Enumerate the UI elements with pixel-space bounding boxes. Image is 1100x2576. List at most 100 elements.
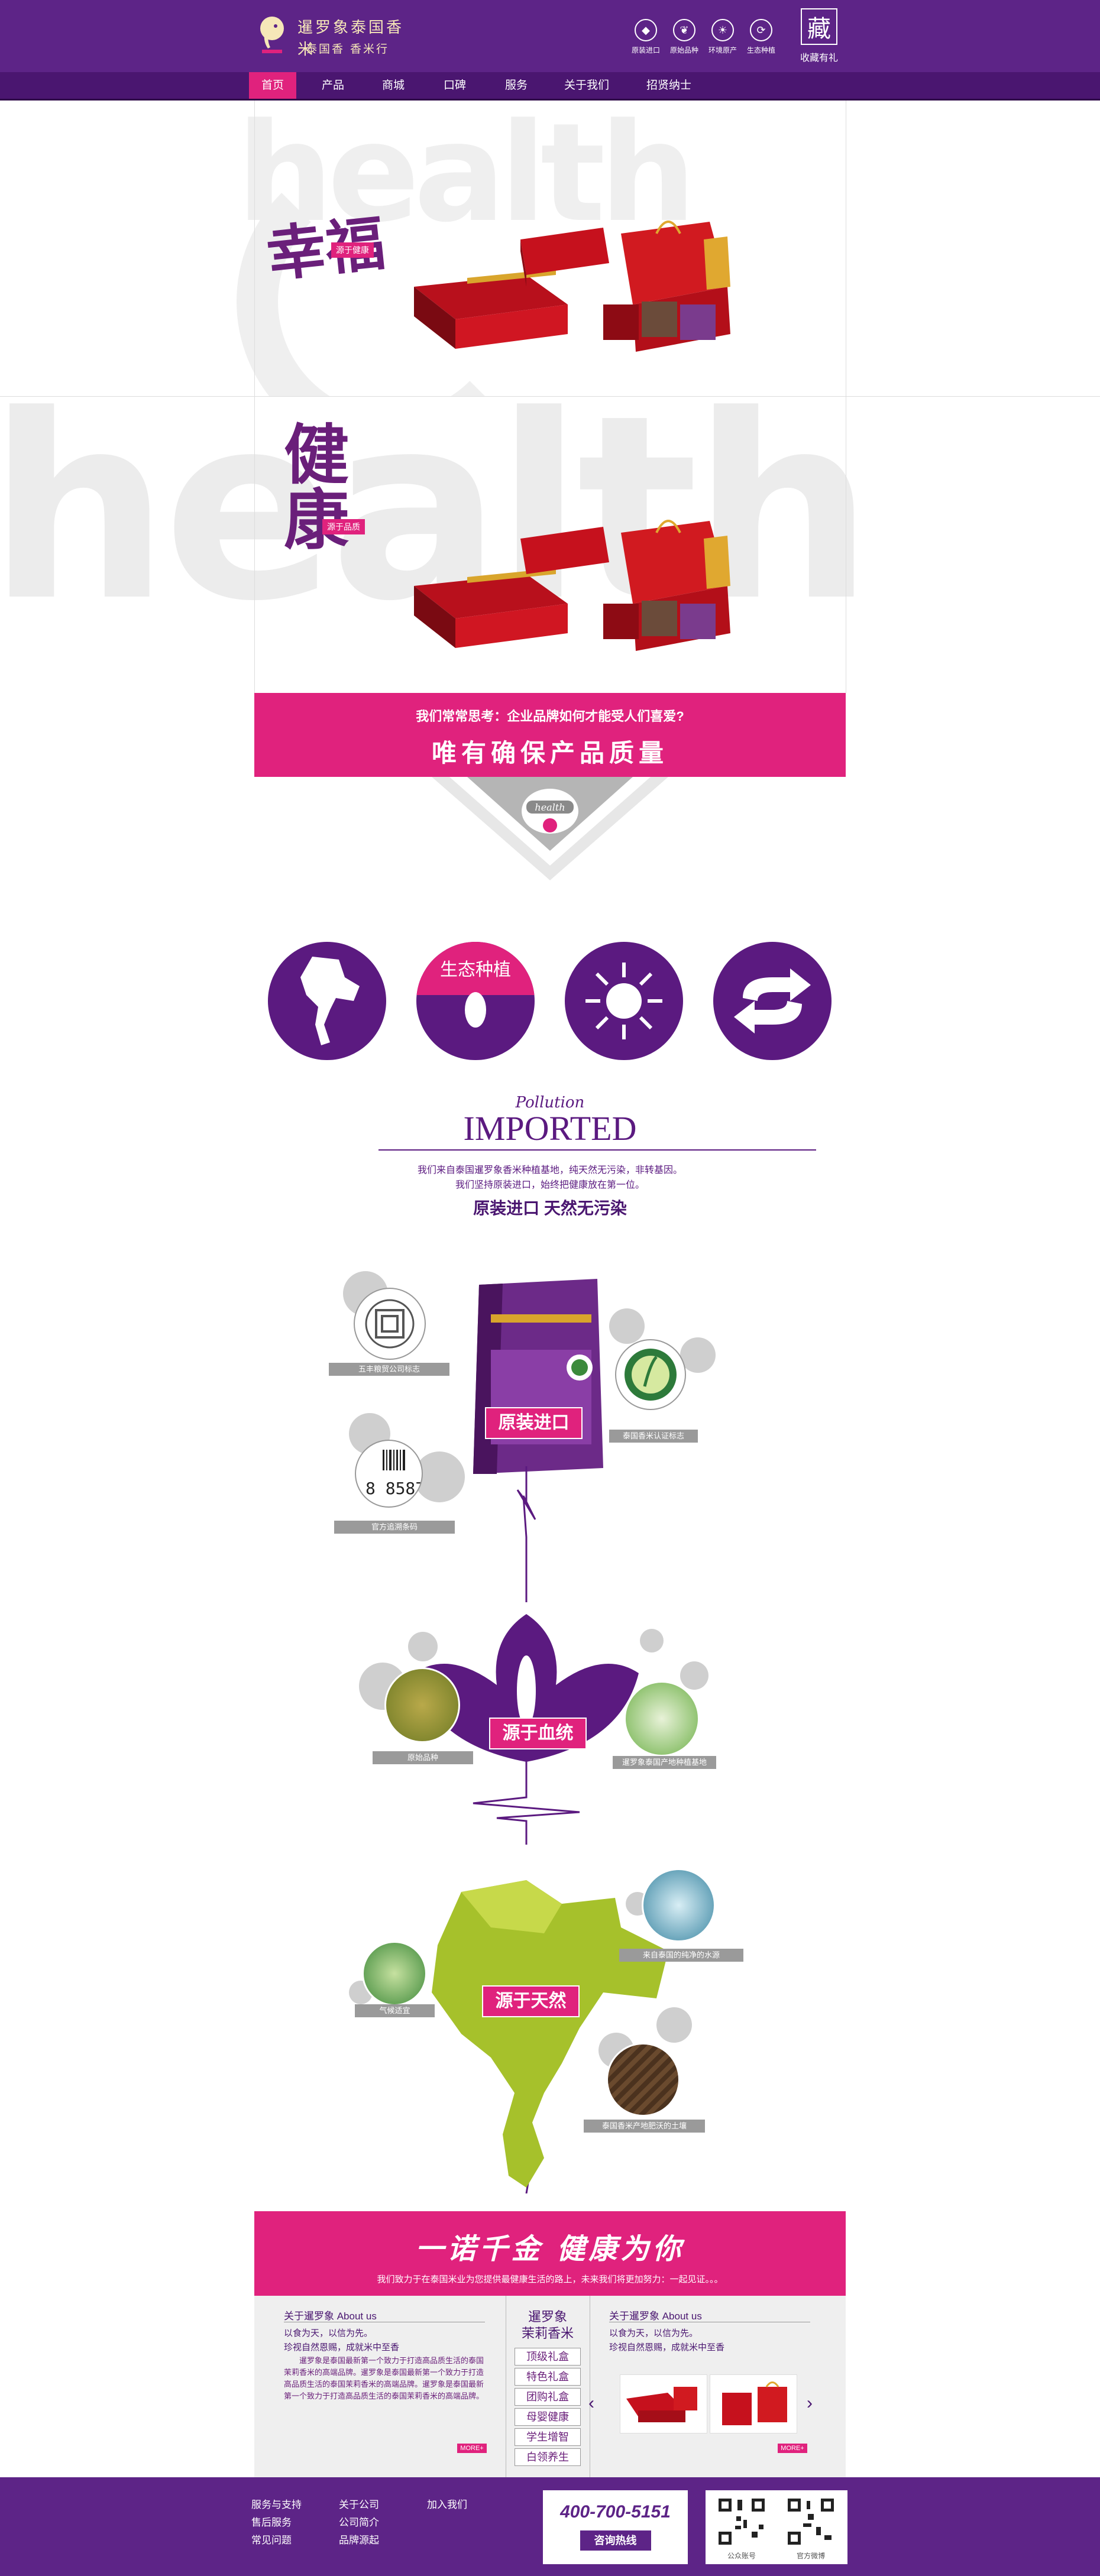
label-original-variety: 原始品种 (373, 1751, 473, 1764)
label-certification: 泰国香米认证标志 (609, 1430, 698, 1443)
rice-field-photo (384, 1667, 460, 1743)
about-left-paragraph: 暹罗象是泰国最新第一个致力于打造高品质生活的泰国茉莉香米的高端品牌。暹罗象是泰国… (284, 2356, 484, 2400)
hotline-box: 400-700-5151 咨询热线 (543, 2490, 688, 2564)
barcode-image: 8 8587 (355, 1440, 423, 1508)
label-farm-base: 暹罗象泰国产地种植基地 (613, 1756, 716, 1769)
sun-icon (585, 963, 662, 1039)
hero-banner-happiness: health 幸福 源于健康 (0, 101, 1100, 396)
menu-item-special-gift[interactable]: 特色礼盒 (515, 2368, 581, 2386)
circle-ecology[interactable]: 生态种植 (416, 942, 535, 1060)
rice-bag-product-image (473, 1279, 603, 1474)
footer-link-about[interactable]: 关于公司 (339, 2496, 379, 2511)
slogan-question: 我们常常思考：企业品牌如何才能受人们喜爱? (416, 709, 684, 724)
footer-link-join[interactable]: 加入我们 (427, 2496, 467, 2511)
promise-title: 一诺千金 健康为你 (415, 2232, 685, 2266)
recycle-arrows-icon (734, 968, 811, 1033)
sec1-badge-imported: 原装进口 (485, 1407, 583, 1439)
header-feature-ecology[interactable]: ⟳ 生态种植 (742, 19, 780, 55)
about-left-title: 关于暹罗象 About us (284, 2311, 377, 2322)
leaf-icon: ❦ (673, 19, 695, 41)
circle-ecology-label: 生态种植 (416, 942, 535, 995)
circle-recycle[interactable] (713, 942, 832, 1060)
menu-title-2: 茉莉香米 (521, 2326, 574, 2341)
circle-sun[interactable] (565, 942, 683, 1060)
carousel-next-icon[interactable]: › (807, 2393, 813, 2413)
rice-icon: ◆ (635, 19, 657, 41)
about-left-line1: 以食为天，以信为先。 (284, 2328, 373, 2338)
nav-item-service[interactable]: 服务 (493, 72, 540, 99)
hotline-number: 400-700-5151 (560, 2502, 671, 2522)
green-thailand-map-image (432, 1880, 668, 2188)
hero-banner-health: health 健康 源于品质 (0, 396, 1100, 693)
label-soil: 泰国香米产地肥沃的土壤 (584, 2120, 705, 2133)
menu-item-mother-baby[interactable]: 母婴健康 (515, 2408, 581, 2426)
deco-circle (640, 1629, 664, 1652)
deco-circle (609, 1308, 645, 1344)
about-section: 关于暹罗象 About us 以食为天，以信为先。 珍视自然恩赐，成就米中至香 … (254, 2296, 846, 2477)
favorite-button[interactable]: 藏 收藏有礼 (798, 8, 840, 64)
nav-item-products[interactable]: 产品 (309, 72, 357, 99)
imported-title: IMPORTED (463, 1109, 637, 1148)
qr-weibo-label: 官方微博 (796, 2552, 825, 2560)
soil-photo (606, 2043, 680, 2117)
about-right-line1: 以食为天，以信为先。 (609, 2328, 698, 2338)
gift-box-product-image (414, 520, 730, 651)
favorite-label: 收藏有礼 (800, 53, 838, 63)
about-right-title: 关于暹罗象 About us (609, 2311, 702, 2322)
menu-item-student[interactable]: 学生增智 (515, 2428, 581, 2446)
menu-item-office[interactable]: 白领养生 (515, 2448, 581, 2466)
elephant-logo-icon (260, 17, 284, 53)
deco-circle (680, 1661, 708, 1690)
rice-grain-icon (465, 992, 486, 1028)
about-left-line2: 珍视自然恩赐，成就米中至香 (284, 2342, 400, 2353)
thailand-map-icon (300, 957, 360, 1045)
sun-icon: ☀ (711, 19, 734, 41)
deco-circle (408, 1632, 438, 1661)
header-feature-imported[interactable]: ◆ 原装进口 (627, 19, 665, 55)
banner-frame-left (254, 397, 255, 693)
footer-link-faq[interactable]: 常见问题 (251, 2532, 292, 2546)
footer-link-support[interactable]: 服务与支持 (251, 2496, 302, 2511)
site-footer: 服务与支持 售后服务 常见问题 关于公司 公司简介 品牌源起 加入我们 400-… (0, 2477, 1100, 2576)
nav-item-reputation[interactable]: 口碑 (431, 72, 478, 99)
menu-item-top-gift[interactable]: 顶级礼盒 (515, 2348, 581, 2366)
certification-mark-image (615, 1339, 686, 1410)
nav-item-mall[interactable]: 商城 (370, 72, 417, 99)
footer-link-brand[interactable]: 品牌源起 (339, 2532, 379, 2546)
about-right-more-button[interactable]: MORE+ (778, 2444, 807, 2453)
product-thumbnail[interactable] (620, 2374, 707, 2434)
hotline-button[interactable]: 咨询热线 (580, 2530, 651, 2551)
qr-code-icon (785, 2496, 836, 2547)
circle-thailand-map[interactable] (268, 942, 386, 1060)
favorite-icon: 藏 (801, 8, 837, 45)
label-water-source: 来自泰国的纯净的水源 (619, 1949, 743, 1962)
nav-item-home[interactable]: 首页 (249, 72, 296, 99)
footer-link-aftersales[interactable]: 售后服务 (251, 2514, 292, 2529)
header-feature-origin[interactable]: ❦ 原始品种 (665, 19, 703, 55)
deco-circle (656, 2007, 692, 2043)
banner-tag: 源于品质 (322, 519, 365, 534)
site-header: 暹罗象泰国香米 泰国香 香米行 ◆ 原装进口 ❦ 原始品种 ☀ 环境原产 ⟳ 生… (0, 0, 1100, 72)
label-climate: 气候适宜 (355, 2004, 435, 2017)
logo-mark-image (354, 1288, 426, 1360)
nav-item-about[interactable]: 关于我们 (554, 72, 619, 99)
footer-link-intro[interactable]: 公司简介 (339, 2514, 379, 2529)
imported-desc-1: 我们来自泰国暹罗象香米种植基地，纯天然无污染，非转基因。 (417, 1165, 682, 1175)
promise-banner: 一诺千金 健康为你 我们致力于在泰国米业为您提供最健康生活的路上，未来我们将更加… (254, 2211, 846, 2296)
product-thumbnail[interactable] (710, 2374, 797, 2434)
qr-wechat-label: 公众账号 (727, 2552, 756, 2560)
imported-divider (378, 1149, 816, 1151)
qr-code-icon (716, 2496, 767, 2547)
about-left-more-button[interactable]: MORE+ (457, 2444, 487, 2453)
menu-item-group-gift[interactable]: 团购礼盒 (515, 2388, 581, 2406)
imported-desc-2: 我们坚持原装进口，始终把健康放在第一位。 (455, 1180, 645, 1190)
barcode-number: 8 8587 (365, 1479, 423, 1498)
main-nav: 首页 产品 商城 口碑 服务 关于我们 招贤纳士 (0, 72, 1100, 101)
qr-box: 公众账号 官方微博 (706, 2490, 847, 2564)
nav-item-careers[interactable]: 招贤纳士 (636, 72, 701, 99)
slogan-answer: 唯有确保产品质量 (431, 738, 668, 767)
header-feature-environment[interactable]: ☀ 环境原产 (704, 19, 742, 55)
carousel-prev-icon[interactable]: ‹ (588, 2393, 594, 2413)
logo[interactable]: 暹罗象泰国香米 泰国香 香米行 (256, 11, 410, 60)
banner-tag: 源于健康 (331, 242, 374, 258)
